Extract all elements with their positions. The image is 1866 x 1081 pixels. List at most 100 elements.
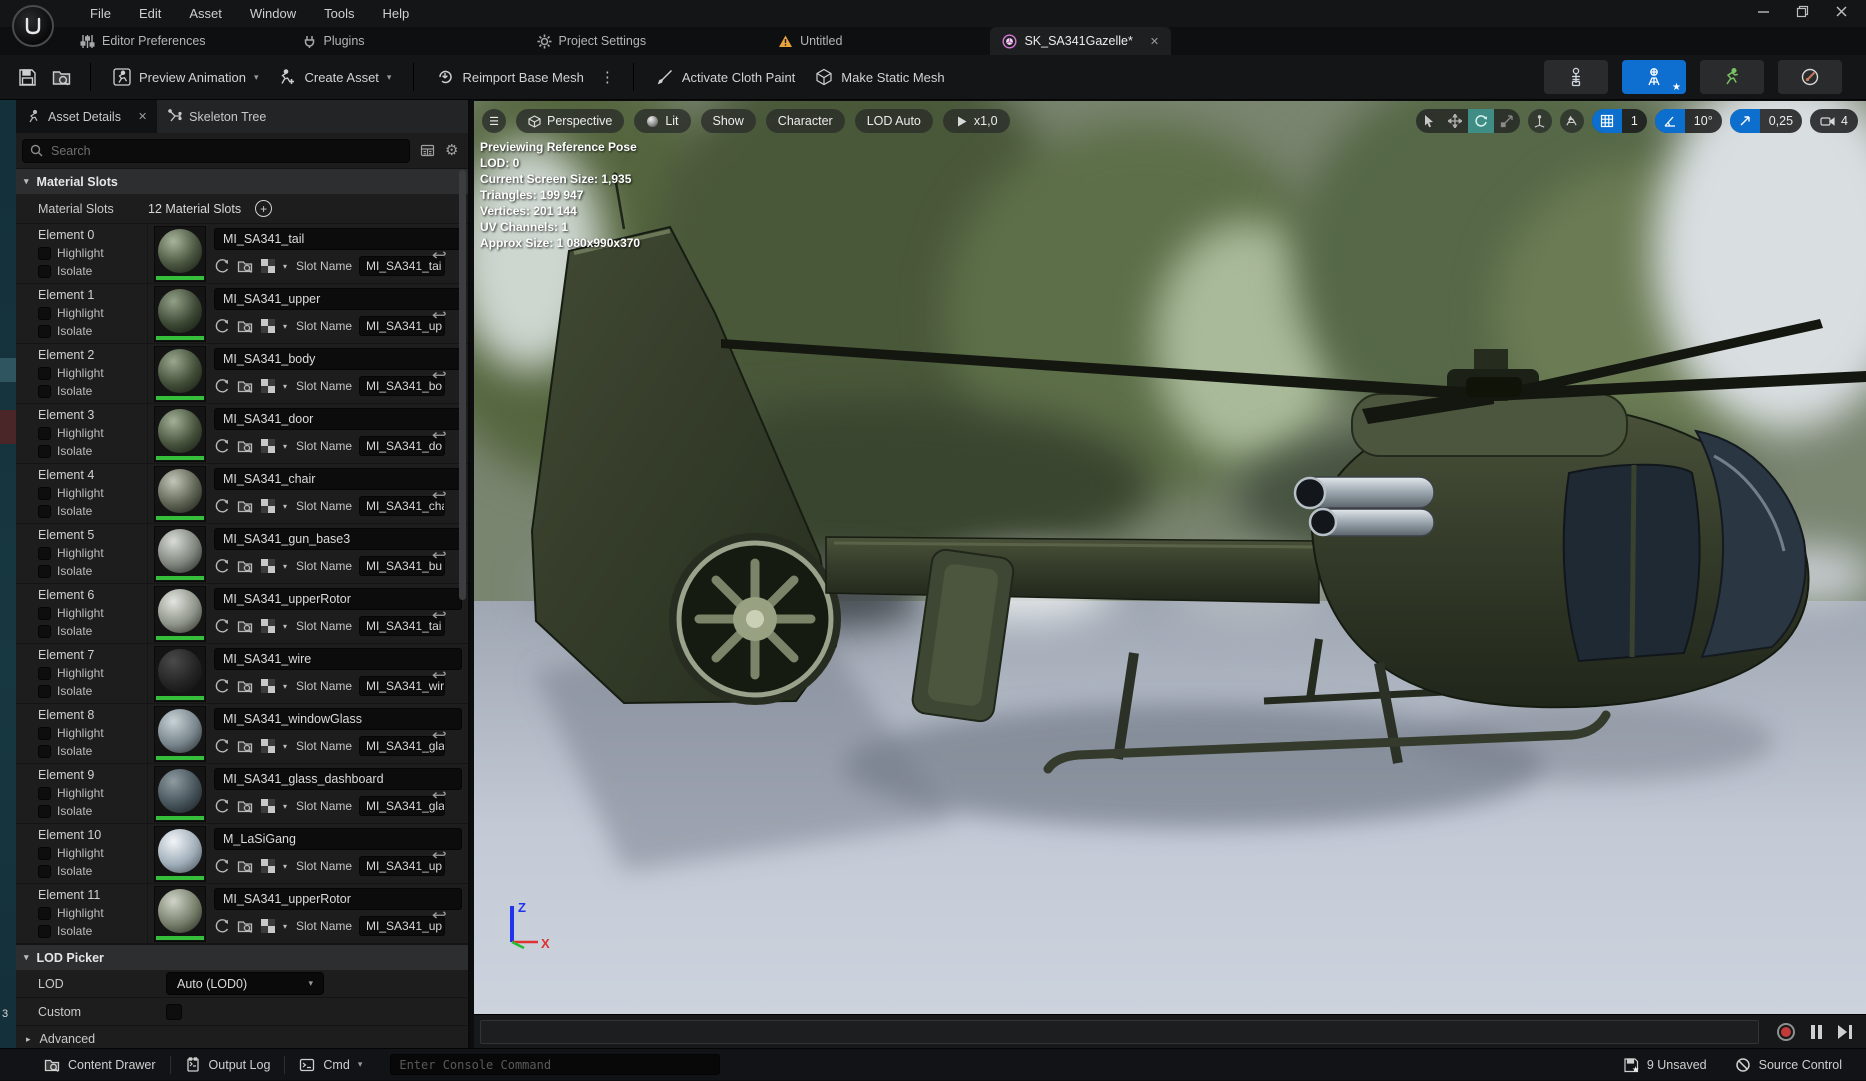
add-material-slot-button[interactable]: + (255, 200, 272, 217)
material-select-dropdown[interactable]: MI_SA341_chair (214, 468, 462, 490)
isolate-checkbox[interactable]: Isolate (38, 262, 147, 280)
material-checker-icon[interactable] (260, 378, 276, 394)
material-select-dropdown[interactable]: MI_SA341_door (214, 408, 462, 430)
material-thumbnail[interactable] (154, 346, 206, 402)
use-selected-asset-icon[interactable] (214, 438, 230, 454)
isolate-checkbox[interactable]: Isolate (38, 922, 147, 940)
custom-checkbox[interactable] (166, 1004, 182, 1020)
isolate-checkbox[interactable]: Isolate (38, 742, 147, 760)
lit-button[interactable]: Lit (634, 109, 690, 133)
perspective-button[interactable]: Perspective (516, 109, 624, 133)
create-asset-button[interactable]: Create Asset ▾ (268, 60, 401, 94)
chevron-down-icon[interactable]: ▾ (283, 802, 287, 811)
browse-to-material-icon[interactable] (237, 498, 253, 514)
material-slots-section-header[interactable]: ▾ Material Slots (16, 168, 468, 194)
isolate-checkbox[interactable]: Isolate (38, 442, 147, 460)
lod-picker-section-header[interactable]: ▾ LOD Picker (16, 944, 468, 970)
scale-tool-button[interactable] (1494, 109, 1520, 133)
panel-tab-close-icon[interactable]: ✕ (138, 110, 147, 123)
output-log-button[interactable]: Output Log (171, 1049, 285, 1081)
rotate-tool-button[interactable] (1468, 109, 1494, 133)
browse-to-material-icon[interactable] (237, 858, 253, 874)
reset-to-default-icon[interactable]: ↩ (432, 786, 447, 804)
pause-button[interactable] (1811, 1025, 1822, 1039)
material-checker-icon[interactable] (260, 258, 276, 274)
grid-snap-control[interactable]: 1 (1592, 109, 1647, 133)
material-thumbnail[interactable] (154, 286, 206, 342)
reset-to-default-icon[interactable]: ↩ (432, 666, 447, 684)
use-selected-asset-icon[interactable] (214, 498, 230, 514)
preview-animation-button[interactable]: Preview Animation ▾ (103, 60, 268, 94)
highlight-checkbox[interactable]: Highlight (38, 604, 147, 622)
browse-to-material-icon[interactable] (237, 378, 253, 394)
use-selected-asset-icon[interactable] (214, 258, 230, 274)
browse-to-material-icon[interactable] (237, 918, 253, 934)
highlight-checkbox[interactable]: Highlight (38, 664, 147, 682)
highlight-checkbox[interactable]: Highlight (38, 244, 147, 262)
browse-to-asset-button[interactable] (44, 60, 78, 94)
isolate-checkbox[interactable]: Isolate (38, 502, 147, 520)
highlight-checkbox[interactable]: Highlight (38, 544, 147, 562)
highlight-checkbox[interactable]: Highlight (38, 724, 147, 742)
browse-to-material-icon[interactable] (237, 678, 253, 694)
console-command-input[interactable] (390, 1054, 720, 1075)
panel-scrollbar[interactable] (459, 170, 466, 600)
material-select-dropdown[interactable]: MI_SA341_glass_dashboard (214, 768, 462, 790)
material-select-dropdown[interactable]: MI_SA341_gun_base3 (214, 528, 462, 550)
material-thumbnail[interactable] (154, 406, 206, 462)
use-selected-asset-icon[interactable] (214, 678, 230, 694)
character-button[interactable]: Character (766, 109, 845, 133)
material-thumbnail[interactable] (154, 826, 206, 882)
tab-plugins[interactable]: Plugins (292, 27, 375, 55)
material-thumbnail[interactable] (154, 766, 206, 822)
highlight-checkbox[interactable]: Highlight (38, 304, 147, 322)
scale-snap-control[interactable]: 0,25 (1730, 109, 1802, 133)
material-checker-icon[interactable] (260, 918, 276, 934)
reset-to-default-icon[interactable]: ↩ (432, 846, 447, 864)
isolate-checkbox[interactable]: Isolate (38, 562, 147, 580)
source-control-button[interactable]: Source Control (1721, 1049, 1866, 1081)
save-button[interactable] (10, 60, 44, 94)
select-tool-button[interactable] (1416, 109, 1442, 133)
display-options-grid-icon[interactable] (420, 143, 435, 158)
highlight-checkbox[interactable]: Highlight (38, 424, 147, 442)
material-thumbnail[interactable] (154, 226, 206, 282)
activate-cloth-paint-button[interactable]: Activate Cloth Paint (646, 60, 805, 94)
menu-tools[interactable]: Tools (310, 0, 368, 27)
cloth-physics-mode-button[interactable] (1778, 60, 1842, 94)
material-checker-icon[interactable] (260, 618, 276, 634)
cmd-dropdown[interactable]: Cmd ▾ (285, 1049, 376, 1081)
use-selected-asset-icon[interactable] (214, 378, 230, 394)
reset-to-default-icon[interactable]: ↩ (432, 726, 447, 744)
restore-button[interactable] (1796, 5, 1809, 23)
content-drawer-button[interactable]: Content Drawer (30, 1049, 170, 1081)
material-checker-icon[interactable] (260, 678, 276, 694)
material-checker-icon[interactable] (260, 798, 276, 814)
isolate-checkbox[interactable]: Isolate (38, 682, 147, 700)
use-selected-asset-icon[interactable] (214, 738, 230, 754)
preview-viewport[interactable]: ☰ Perspective Lit Show Character LOD Aut… (474, 101, 1866, 1014)
material-select-dropdown[interactable]: MI_SA341_tail (214, 228, 462, 250)
chevron-down-icon[interactable]: ▾ (283, 742, 287, 751)
tab-skeleton-tree[interactable]: Skeleton Tree (157, 100, 276, 133)
lod-dropdown[interactable]: Auto (LOD0) ▾ (166, 972, 324, 995)
reset-to-default-icon[interactable]: ↩ (432, 366, 447, 384)
chevron-down-icon[interactable]: ▾ (283, 922, 287, 931)
browse-to-material-icon[interactable] (237, 438, 253, 454)
isolate-checkbox[interactable]: Isolate (38, 802, 147, 820)
material-select-dropdown[interactable]: MI_SA341_upper (214, 288, 462, 310)
material-select-dropdown[interactable]: MI_SA341_windowGlass (214, 708, 462, 730)
material-checker-icon[interactable] (260, 498, 276, 514)
browse-to-material-icon[interactable] (237, 618, 253, 634)
reset-to-default-icon[interactable]: ↩ (432, 246, 447, 264)
highlight-checkbox[interactable]: Highlight (38, 844, 147, 862)
material-thumbnail[interactable] (154, 646, 206, 702)
menu-help[interactable]: Help (368, 0, 423, 27)
material-thumbnail[interactable] (154, 586, 206, 642)
settings-gear-icon[interactable]: ⚙ (445, 143, 458, 158)
highlight-checkbox[interactable]: Highlight (38, 364, 147, 382)
move-tool-button[interactable] (1442, 109, 1468, 133)
material-select-dropdown[interactable]: MI_SA341_upperRotor (214, 888, 462, 910)
coordinate-system-button[interactable] (1528, 109, 1552, 133)
menu-file[interactable]: File (76, 0, 125, 27)
